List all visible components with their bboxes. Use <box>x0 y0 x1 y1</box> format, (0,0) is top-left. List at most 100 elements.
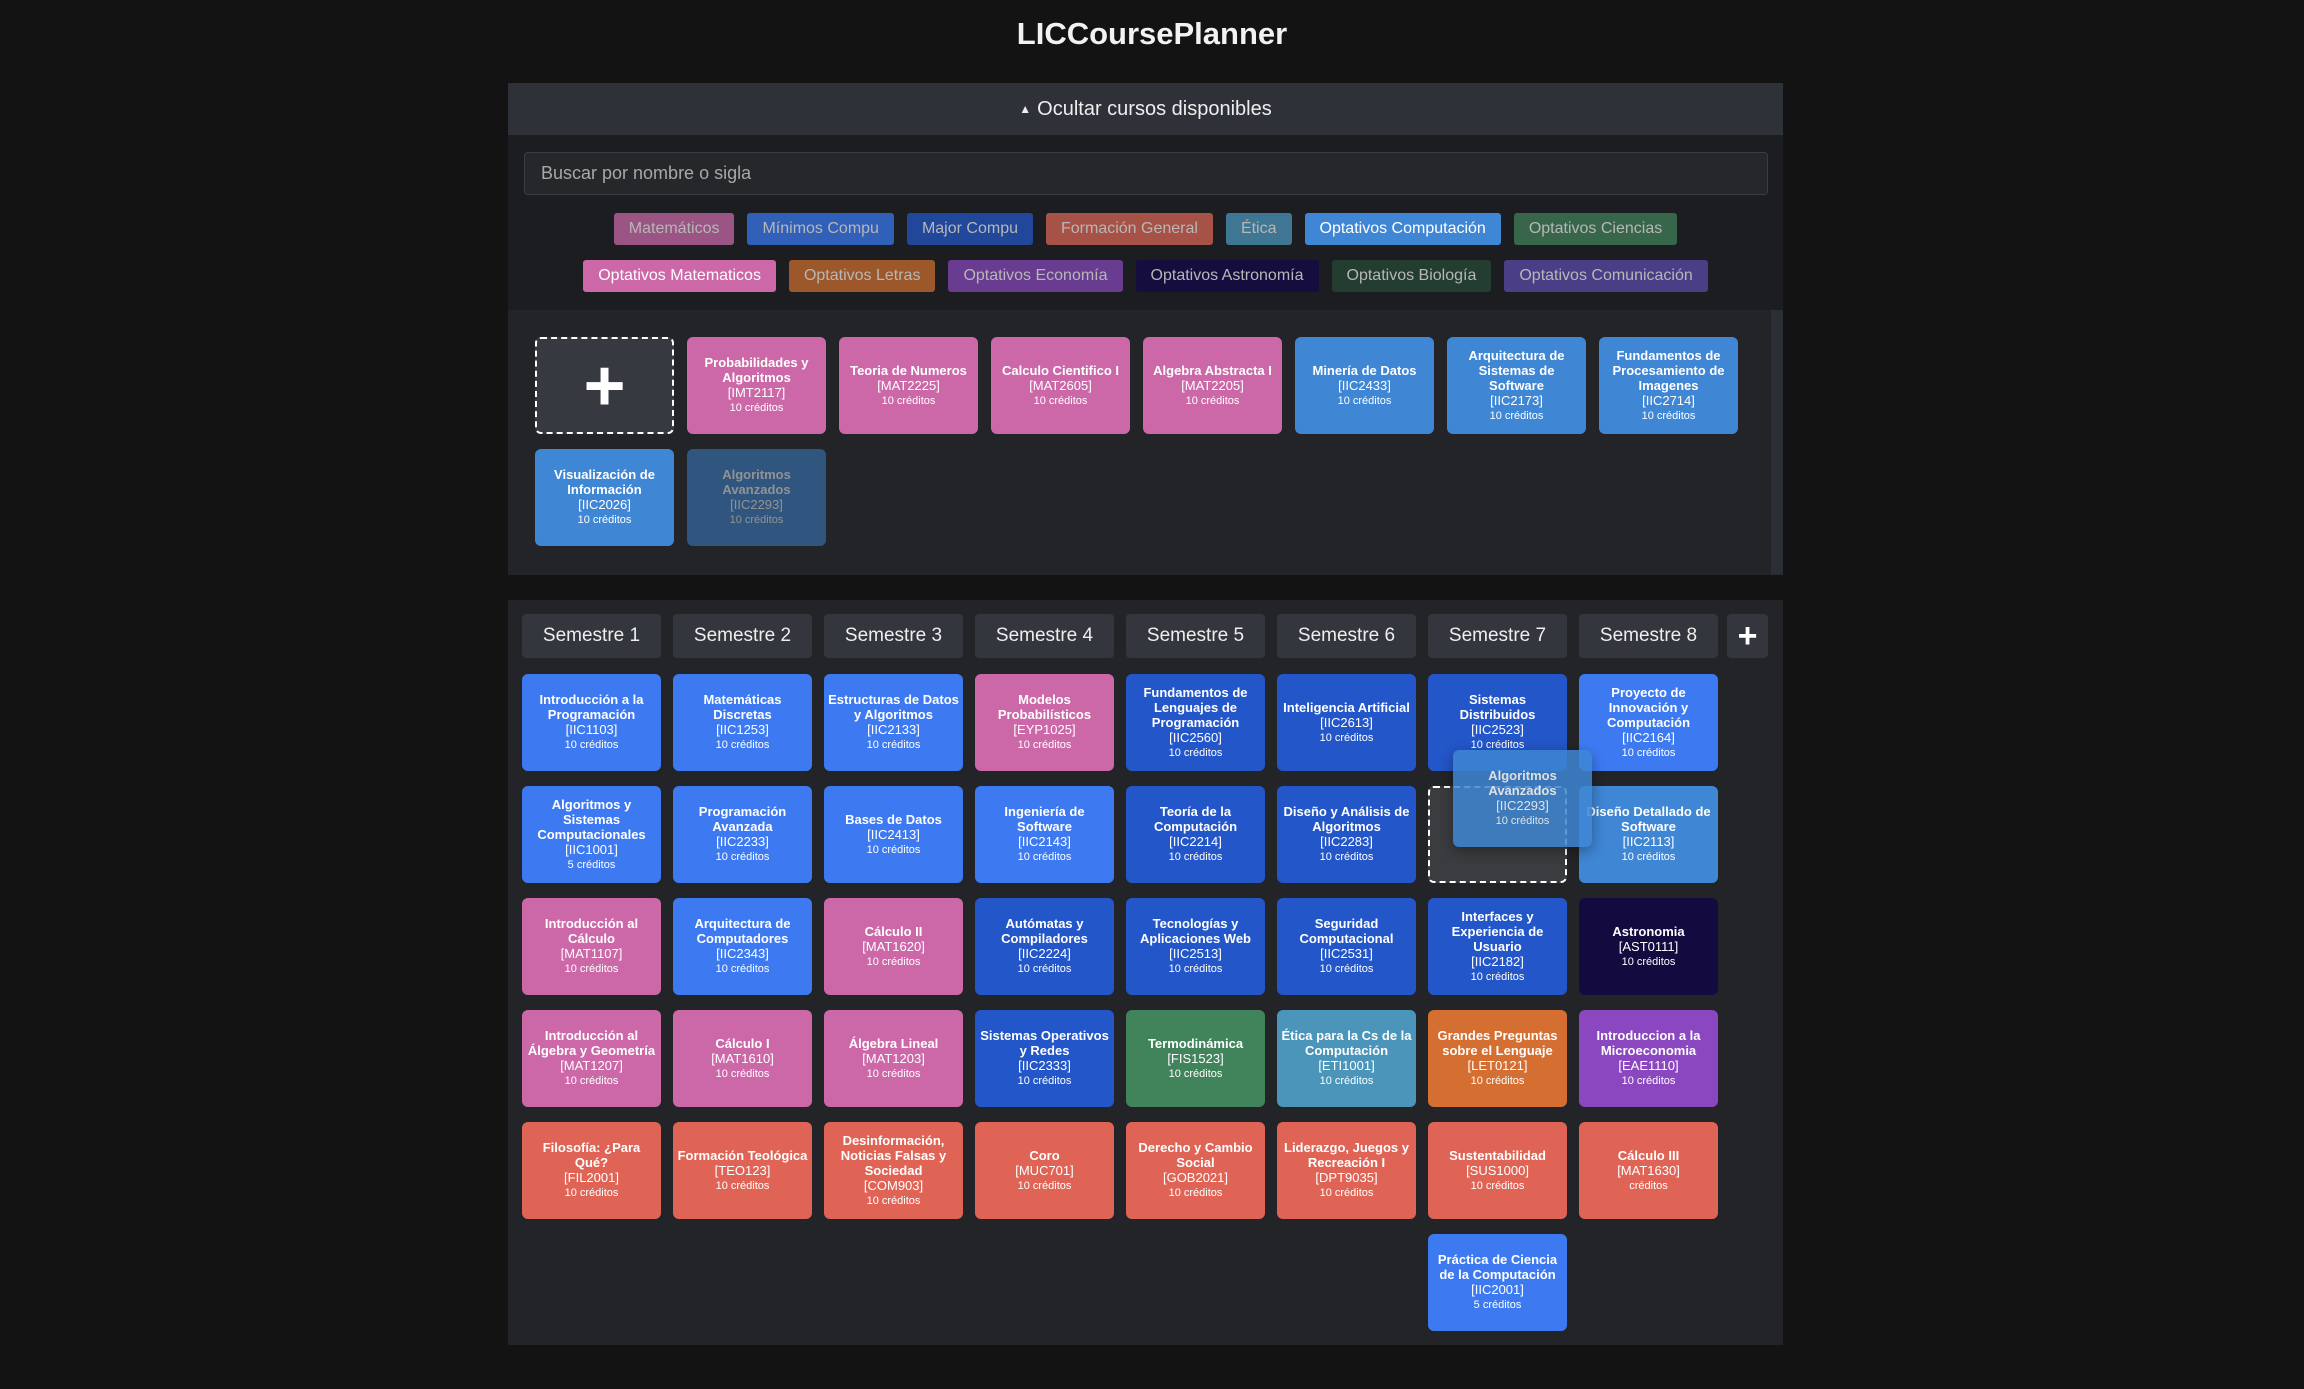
course-name: Diseño y Análisis de Algoritmos <box>1283 804 1410 834</box>
filter-chip[interactable]: Mínimos Compu <box>747 213 894 245</box>
filter-chip[interactable]: Matemáticos <box>613 213 735 245</box>
course-card[interactable]: Matemáticas Discretas [IIC1253] 10 crédito… <box>673 674 812 771</box>
course-card[interactable]: Sistemas Operativos y Redes [IIC2333] 10 c… <box>975 1010 1114 1107</box>
course-card[interactable]: Algebra Abstracta I [MAT2205] 10 créditos <box>1143 337 1282 434</box>
scrollbar[interactable] <box>1771 310 1783 575</box>
course-card[interactable]: Liderazgo, Juegos y Recreación I [DPT9035… <box>1277 1122 1416 1219</box>
course-card[interactable]: Teoria de Numeros [MAT2225] 10 créditos <box>839 337 978 434</box>
semester-header[interactable]: Semestre 3 <box>824 614 963 658</box>
course-card[interactable]: Cálculo II [MAT1620] 10 créditos <box>824 898 963 995</box>
filter-chip[interactable]: Optativos Computación <box>1304 213 1501 245</box>
filter-chip[interactable]: Optativos Comunicación <box>1504 260 1708 292</box>
course-card[interactable]: Introducción al Cálculo [MAT1107] 10 crédi… <box>522 898 661 995</box>
course-card[interactable]: Ética para la Cs de la Computación [ETI10… <box>1277 1010 1416 1107</box>
course-credits: 10 créditos <box>1017 963 1072 975</box>
course-card[interactable]: Visualización de Información [IIC2026] 10 … <box>535 449 674 546</box>
course-card[interactable]: Arquitectura de Computadores [IIC2343] 10 … <box>673 898 812 995</box>
course-name: Introducción a la Programación <box>539 692 644 722</box>
filter-chip[interactable]: Optativos Astronomía <box>1135 260 1319 292</box>
toggle-available-courses-button[interactable]: ▲ Ocultar cursos disponibles <box>508 83 1783 135</box>
course-card[interactable]: Introduccion a la Microeconomia [EAE1110]… <box>1579 1010 1718 1107</box>
course-card[interactable]: Ingeniería de Software [IIC2143] 10 crédit… <box>975 786 1114 883</box>
course-name: Visualización de Información <box>554 467 655 497</box>
course-card[interactable]: Cálculo I [MAT1610] 10 créditos <box>673 1010 812 1107</box>
course-name: Filosofía: ¿Para Qué? <box>542 1140 641 1170</box>
semester-header[interactable]: Semestre 4 <box>975 614 1114 658</box>
semester-header[interactable]: Semestre 5 <box>1126 614 1265 658</box>
course-code: [IIC2413] <box>867 826 920 842</box>
course-name: Sistemas Distribuidos <box>1459 692 1536 722</box>
course-card[interactable]: Arquitectura de Sistemas de Software [IIC… <box>1447 337 1586 434</box>
course-card[interactable]: Probabilidades y Algoritmos [IMT2117] 10 c… <box>687 337 826 434</box>
course-code: [IIC2283] <box>1320 834 1373 849</box>
course-name: Diseño Detallado de Software <box>1586 804 1711 834</box>
course-card[interactable]: Estructuras de Datos y Algoritmos [IIC213… <box>824 674 963 771</box>
course-name: Teoria de Numeros <box>850 362 967 378</box>
course-card[interactable]: Inteligencia Artificial [IIC2613] 10 crédi… <box>1277 674 1416 771</box>
add-course-button[interactable]: + <box>535 337 674 434</box>
course-credits: 10 créditos <box>715 851 770 863</box>
course-code: [IIC2433] <box>1338 377 1391 393</box>
course-credits: 10 créditos <box>1470 1179 1525 1192</box>
semester-header[interactable]: Semestre 7 <box>1428 614 1567 658</box>
course-card[interactable]: Fundamentos de Procesamiento de Imagenes… <box>1599 337 1738 434</box>
course-code: [AST0111] <box>1618 938 1679 954</box>
course-card[interactable]: Bases de Datos [IIC2413] 10 créditos <box>824 786 963 883</box>
semester-header[interactable]: Semestre 6 <box>1277 614 1416 658</box>
filter-chip[interactable]: Optativos Matematicos <box>583 260 776 292</box>
filter-chip[interactable]: Formación General <box>1045 213 1213 245</box>
course-card[interactable]: Coro [MUC701] 10 créditos <box>975 1122 1114 1219</box>
filter-chip[interactable]: Optativos Letras <box>788 260 936 292</box>
course-card[interactable]: Termodinámica [FIS1523] 10 créditos <box>1126 1010 1265 1107</box>
filter-chip[interactable]: Major Compu <box>906 213 1033 245</box>
semester-header[interactable]: Semestre 8 <box>1579 614 1718 658</box>
course-card[interactable]: Modelos Probabilísticos [EYP1025] 10 crédi… <box>975 674 1114 771</box>
course-code: [MAT2225] <box>877 377 940 393</box>
course-card[interactable]: Práctica de Ciencia de la Computación [II… <box>1428 1234 1567 1331</box>
course-code: [IIC2523] <box>1471 722 1524 737</box>
course-card[interactable]: Interfaces y Experiencia de Usuario [IIC2… <box>1428 898 1567 995</box>
filter-chip[interactable]: Ética <box>1225 213 1292 245</box>
dragged-course-card[interactable]: Algoritmos Avanzados [IIC2293] 10 créditos <box>1453 750 1592 847</box>
course-card[interactable]: Seguridad Computacional [IIC2531] 10 crédi… <box>1277 898 1416 995</box>
filter-chip[interactable]: Optativos Ciencias <box>1513 213 1678 245</box>
course-card[interactable]: Cálculo III [MAT1630] créditos <box>1579 1122 1718 1219</box>
course-card[interactable]: Formación Teológica [TEO123] 10 créditos <box>673 1122 812 1219</box>
course-card[interactable]: Algoritmos y Sistemas Computacionales [II… <box>522 786 661 883</box>
course-card[interactable]: Astronomia [AST0111] 10 créditos <box>1579 898 1718 995</box>
course-code: [IIC2293] <box>1496 798 1549 813</box>
filter-chip[interactable]: Optativos Biología <box>1331 260 1492 292</box>
course-name: Cálculo III <box>1617 1147 1680 1163</box>
course-card[interactable]: Desinformación, Noticias Falsas y Socied… <box>824 1122 963 1219</box>
course-card[interactable]: Algoritmos Avanzados [IIC2293] 10 créditos <box>687 449 826 546</box>
add-semester-button[interactable]: + <box>1727 614 1768 658</box>
course-card[interactable]: Fundamentos de Lenguajes de Programación… <box>1126 674 1265 771</box>
course-card[interactable]: Derecho y Cambio Social [GOB2021] 10 crédi… <box>1126 1122 1265 1219</box>
filter-chip[interactable]: Optativos Economía <box>948 260 1123 292</box>
course-card[interactable]: Tecnologías y Aplicaciones Web [IIC2513] 1… <box>1126 898 1265 995</box>
semester-header[interactable]: Semestre 2 <box>673 614 812 658</box>
course-card[interactable]: Minería de Datos [IIC2433] 10 créditos <box>1295 337 1434 434</box>
course-credits: 10 créditos <box>866 1067 921 1080</box>
course-card[interactable]: Programación Avanzada [IIC2233] 10 crédito… <box>673 786 812 883</box>
course-code: [IIC2001] <box>1471 1282 1524 1297</box>
course-name: Bases de Datos <box>845 811 942 827</box>
course-card[interactable]: Calculo Cientifico I [MAT2605] 10 créditos <box>991 337 1130 434</box>
semester-header[interactable]: Semestre 1 <box>522 614 661 658</box>
course-card[interactable]: Autómatas y Compiladores [IIC2224] 10 créd… <box>975 898 1114 995</box>
course-card[interactable]: Álgebra Lineal [MAT1203] 10 créditos <box>824 1010 963 1107</box>
course-code: [FIL2001] <box>564 1170 619 1185</box>
course-name: Matemáticas Discretas <box>703 692 782 722</box>
search-input[interactable] <box>524 152 1768 195</box>
course-name: Calculo Cientifico I <box>1001 362 1119 378</box>
course-card[interactable]: Teoría de la Computación [IIC2214] 10 créd… <box>1126 786 1265 883</box>
course-card[interactable]: Filosofía: ¿Para Qué? [FIL2001] 10 crédito… <box>522 1122 661 1219</box>
course-card[interactable]: Sustentabilidad [SUS1000] 10 créditos <box>1428 1122 1567 1219</box>
course-card[interactable]: Diseño y Análisis de Algoritmos [IIC2283]… <box>1277 786 1416 883</box>
course-card[interactable]: Introducción al Álgebra y Geometría [MAT1… <box>522 1010 661 1107</box>
course-card[interactable]: Grandes Preguntas sobre el Lenguaje [LET0… <box>1428 1010 1567 1107</box>
course-card[interactable]: Proyecto de Innovación y Computación [IIC… <box>1579 674 1718 771</box>
course-card[interactable]: Diseño Detallado de Software [IIC2113] 10 … <box>1579 786 1718 883</box>
course-name: Arquitectura de Sistemas de Software <box>1468 347 1565 393</box>
course-card[interactable]: Introducción a la Programación [IIC1103] 1… <box>522 674 661 771</box>
